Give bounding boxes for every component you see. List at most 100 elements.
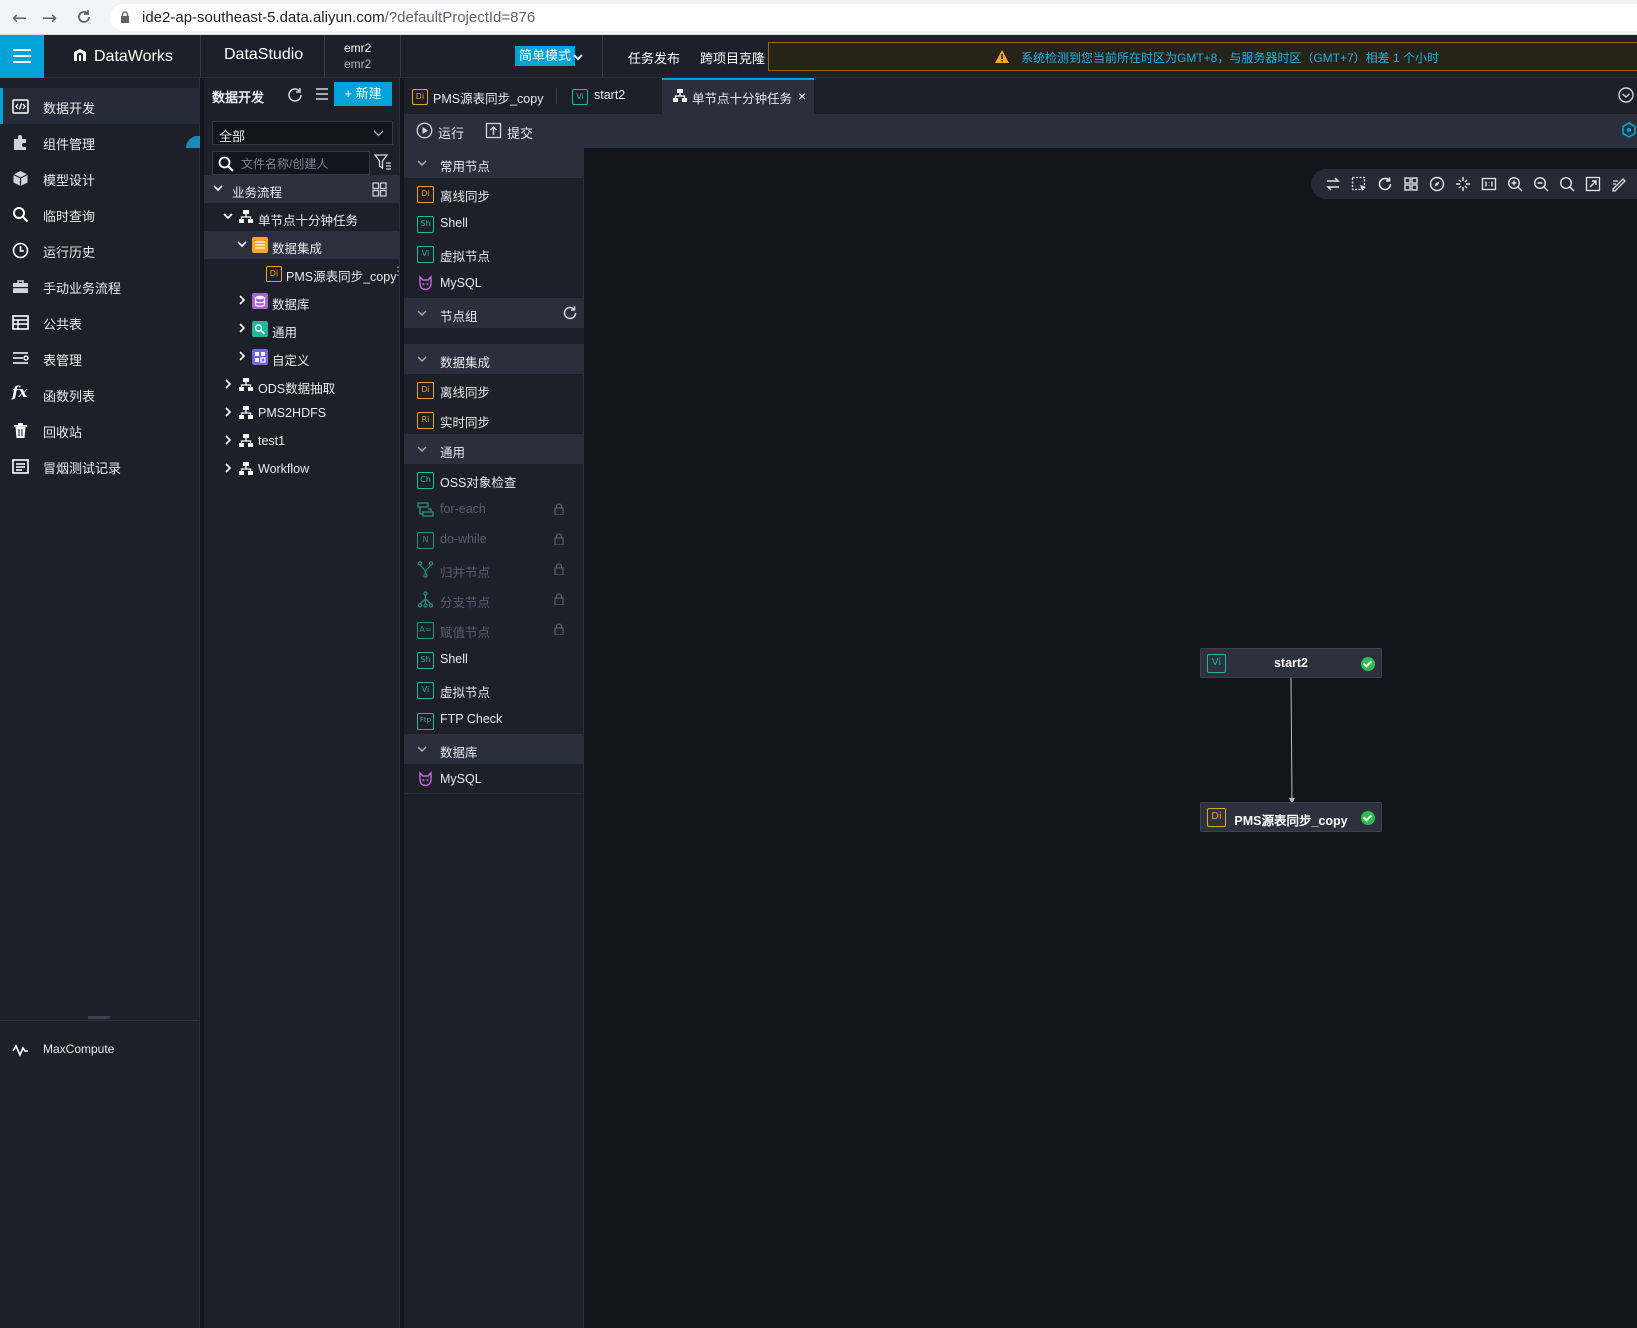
compass-icon[interactable] <box>1429 176 1445 192</box>
sidebar-item-smoke-test[interactable]: 冒烟测试记录 <box>0 448 200 484</box>
tree-row-general[interactable]: 通用 <box>204 315 400 343</box>
palette-item-virtual-2[interactable]: Vi 虚拟节点 <box>404 674 584 704</box>
chevron-right-icon[interactable] <box>236 294 248 306</box>
palette-item-ftp-check[interactable]: Ftp FTP Check <box>404 704 584 734</box>
refresh-icon[interactable] <box>286 86 304 104</box>
sidebar-item-data-dev[interactable]: 数据开发 <box>0 88 200 124</box>
tree-row-test1[interactable]: test1 <box>204 427 400 455</box>
refresh-icon[interactable] <box>1377 176 1393 192</box>
chevron-right-icon[interactable] <box>222 378 234 390</box>
box-select-icon[interactable] <box>1351 176 1367 192</box>
tree-row-workflow[interactable]: Workflow <box>204 455 400 483</box>
settings-hex-icon[interactable] <box>1621 122 1637 138</box>
layout-icon[interactable] <box>1403 176 1419 192</box>
menu-button[interactable] <box>0 35 44 78</box>
fullscreen-icon[interactable] <box>1585 176 1601 192</box>
palette-item-offline-sync-2[interactable]: Di 离线同步 <box>404 374 584 404</box>
reload-icon[interactable] <box>76 9 92 25</box>
deploy-link[interactable]: 任务发布 <box>628 48 680 67</box>
sidebar-item-label: 手动业务流程 <box>43 281 122 296</box>
list-icon[interactable] <box>314 86 330 102</box>
chevron-down-icon[interactable] <box>222 210 234 222</box>
search-icon[interactable] <box>1559 176 1575 192</box>
chevron-right-icon[interactable] <box>236 322 248 334</box>
mode-badge[interactable]: 简单模式 <box>515 46 576 66</box>
dataworks-logo[interactable]: DataWorks <box>72 47 173 66</box>
tree-row-database[interactable]: 数据库 <box>204 287 400 315</box>
flow-canvas[interactable]: Vi start2 Di PMS源表同步_copy <box>584 148 1637 1328</box>
chevron-right-icon[interactable] <box>222 406 234 418</box>
zoom-in-icon[interactable] <box>1507 176 1523 192</box>
center-icon[interactable] <box>1455 176 1471 192</box>
sidebar-item-components[interactable]: 组件管理 <box>0 124 200 160</box>
palette-section-node-group[interactable]: 节点组 <box>404 298 584 328</box>
sidebar-item-public-table[interactable]: 公共表 <box>0 304 200 340</box>
tree-row-pms-sync[interactable]: Di PMS源表同步_copy ⋮ <box>204 259 404 287</box>
actual-size-icon[interactable] <box>1481 176 1497 192</box>
palette-item-offline-sync[interactable]: Di 离线同步 <box>404 178 584 208</box>
chevron-down-icon[interactable] <box>236 238 248 250</box>
canvas-node-pms-sync[interactable]: Di PMS源表同步_copy <box>1200 802 1382 832</box>
palette-item-virtual[interactable]: Vi 虚拟节点 <box>404 238 584 268</box>
forward-icon[interactable]: → <box>42 8 57 29</box>
search-input[interactable] <box>241 155 366 173</box>
chevron-down-icon <box>417 746 427 752</box>
tab-single-node-flow[interactable]: 单节点十分钟任务 × <box>662 78 814 114</box>
submit-button[interactable]: 提交 <box>485 122 545 141</box>
sidebar-item-recycle[interactable]: 回收站 <box>0 412 200 448</box>
chevron-right-icon[interactable] <box>222 434 234 446</box>
zoom-out-icon[interactable] <box>1533 176 1549 192</box>
close-icon[interactable]: × <box>798 88 806 104</box>
canvas-node-start2[interactable]: Vi start2 <box>1200 648 1382 678</box>
tree-row-workflow-single-node[interactable]: 单节点十分钟任务 <box>204 203 400 231</box>
filter-icon[interactable] <box>374 153 392 171</box>
sidebar-item-history[interactable]: 运行历史 <box>0 232 200 268</box>
run-button[interactable]: 运行 <box>416 122 476 141</box>
palette-item-shell[interactable]: Sh Shell <box>404 208 584 238</box>
clone-link[interactable]: 跨项目克隆 <box>700 48 765 67</box>
tree-row-data-integration[interactable]: 数据集成 <box>204 231 400 259</box>
resize-handle[interactable] <box>88 1016 110 1019</box>
workspace-name[interactable]: emr2 <box>344 41 371 55</box>
table-icon <box>12 315 29 330</box>
sidebar-item-functions[interactable]: fx 函数列表 <box>0 376 200 412</box>
tree-row-business-flow[interactable]: 业务流程 <box>204 175 400 203</box>
new-button[interactable]: + 新建 <box>334 82 392 106</box>
palette-section-data-integration[interactable]: 数据集成 <box>404 344 584 374</box>
palette-section-common[interactable]: 常用节点 <box>404 148 584 178</box>
tree-row-custom[interactable]: 自定义 <box>204 343 400 371</box>
tabs-menu-icon[interactable] <box>1617 86 1635 104</box>
sidebar-item-manual-flow[interactable]: 手动业务流程 <box>0 268 200 304</box>
type-select[interactable]: 全部 <box>212 121 393 145</box>
grid-icon[interactable] <box>372 182 387 197</box>
sidebar-item-model[interactable]: 模型设计 <box>0 160 200 196</box>
module-name[interactable]: DataStudio <box>224 46 303 64</box>
tab-pms-sync[interactable]: Di PMS源表同步_copy <box>404 78 556 114</box>
palette-item-label: FTP Check <box>440 712 503 726</box>
refresh-icon[interactable] <box>562 305 578 321</box>
sidebar-item-maxcompute[interactable]: MaxCompute <box>0 1032 200 1068</box>
palette-item-mysql[interactable]: MySQL <box>404 268 584 298</box>
sidebar-item-query[interactable]: 临时查询 <box>0 196 200 232</box>
sidebar-item-table-manage[interactable]: 表管理 <box>0 340 200 376</box>
chevron-right-icon[interactable] <box>222 462 234 474</box>
more-icon[interactable]: ⋮ <box>392 264 404 278</box>
palette-item-realtime-sync[interactable]: Ri 实时同步 <box>404 404 584 434</box>
database-icon <box>252 293 268 309</box>
palette-item-mysql-2[interactable]: MySQL <box>404 764 584 794</box>
chevron-down-icon[interactable] <box>572 51 584 63</box>
swap-icon[interactable] <box>1325 176 1341 192</box>
palette-section-general[interactable]: 通用 <box>404 434 584 464</box>
palette-section-database[interactable]: 数据库 <box>404 734 584 764</box>
address-bar[interactable]: ide2-ap-southeast-5.data.aliyun.com/?def… <box>110 4 1637 31</box>
format-icon[interactable] <box>1611 176 1627 192</box>
palette-item-oss-check[interactable]: Ch OSS对象检查 <box>404 464 584 494</box>
chevron-down-icon[interactable] <box>212 182 224 194</box>
tree-row-ods[interactable]: ODS数据抽取 <box>204 371 400 399</box>
palette-item-label: 虚拟节点 <box>440 250 491 264</box>
tree-row-pms2hdfs[interactable]: PMS2HDFS <box>204 399 400 427</box>
palette-item-shell-2[interactable]: Sh Shell <box>404 644 584 674</box>
back-icon[interactable]: ← <box>12 8 27 29</box>
chevron-right-icon[interactable] <box>236 350 248 362</box>
tab-start2[interactable]: Vi start2 <box>557 78 662 114</box>
